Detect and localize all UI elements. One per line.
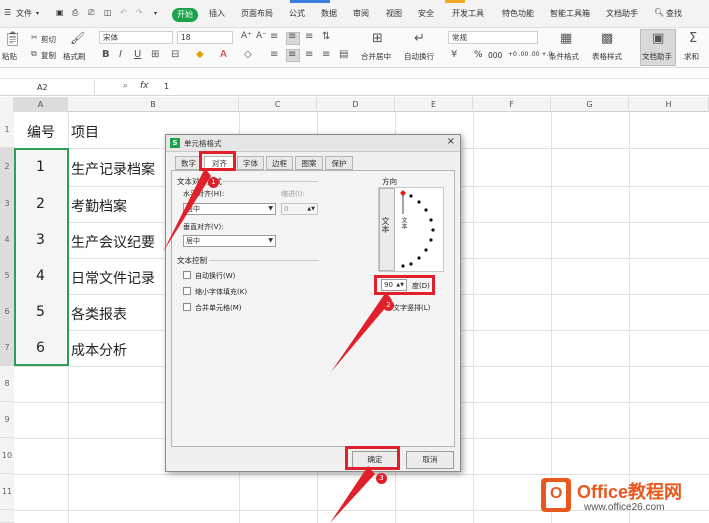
arrow-1 <box>163 168 211 252</box>
arrow-3 <box>330 466 375 523</box>
annotation-arrows <box>163 168 392 523</box>
step-badge-1: 1 <box>208 177 219 188</box>
watermark-brand: Office教程网 <box>577 482 683 502</box>
watermark-url: www.office26.com <box>584 502 665 513</box>
step-badge-3: 3 <box>376 473 387 484</box>
office-logo-icon: O <box>541 478 571 512</box>
step-badge-2: 2 <box>383 300 394 311</box>
